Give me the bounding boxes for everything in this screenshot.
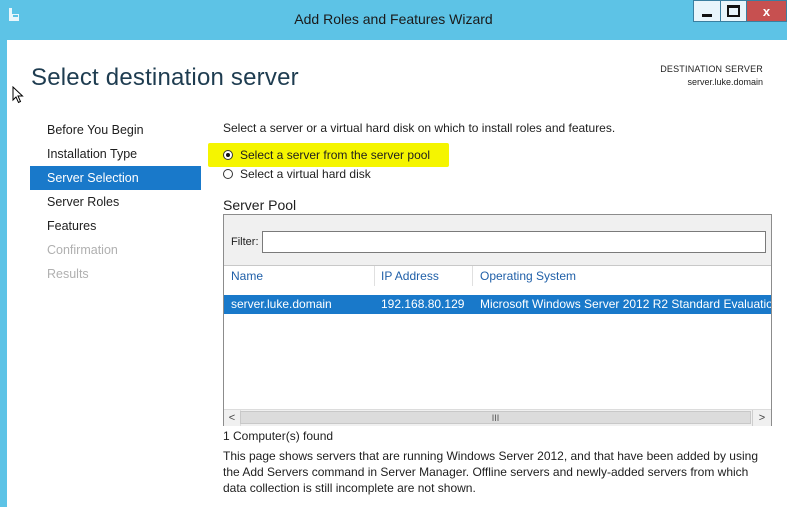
destination-server-label: DESTINATION SERVER (660, 64, 763, 74)
nav-item-results: Results (47, 267, 89, 281)
table-header: Name IP Address Operating System (224, 266, 771, 286)
nav-item-confirmation: Confirmation (47, 243, 118, 257)
column-divider[interactable] (472, 266, 473, 286)
intro-text: Select a server or a virtual hard disk o… (223, 121, 616, 135)
filter-label: Filter: (231, 236, 259, 248)
scroll-right-arrow-icon[interactable]: > (752, 410, 771, 426)
horizontal-scrollbar[interactable]: < III > (224, 409, 771, 426)
column-header-name[interactable]: Name (231, 269, 263, 283)
table-row[interactable]: server.luke.domain 192.168.80.129 Micros… (224, 295, 771, 314)
radio-virtual-hard-disk-label: Select a virtual hard disk (240, 167, 371, 181)
close-icon: x (762, 3, 771, 19)
pool-description: This page shows servers that are running… (223, 449, 758, 495)
cell-server-name: server.luke.domain (231, 297, 332, 311)
cell-ip-address: 192.168.80.129 (381, 297, 465, 311)
destination-server-value: server.luke.domain (687, 77, 763, 87)
mouse-pointer-icon (12, 86, 24, 104)
cell-operating-system: Microsoft Windows Server 2012 R2 Standar… (480, 297, 771, 311)
server-pool-title: Server Pool (223, 197, 297, 213)
nav-item-before-you-begin[interactable]: Before You Begin (30, 118, 201, 142)
minimize-button[interactable] (693, 0, 721, 22)
server-pool-panel: Filter: Name IP Address Operating System… (223, 214, 772, 426)
window-title: Add Roles and Features Wizard (294, 11, 493, 27)
wizard-steps-nav: Before You Begin Installation Type Serve… (30, 118, 201, 286)
radio-unchecked-icon (223, 169, 233, 179)
scroll-thumb[interactable]: III (240, 411, 751, 424)
page-title: Select destination server (31, 64, 299, 91)
nav-item-server-selection[interactable]: Server Selection (30, 166, 201, 190)
filter-input[interactable] (262, 231, 766, 253)
radio-checked-icon (223, 150, 233, 160)
minimize-icon (702, 13, 712, 17)
maximize-button[interactable] (721, 0, 747, 22)
window-frame-left (0, 40, 7, 507)
radio-server-pool[interactable]: Select a server from the server pool (223, 146, 430, 164)
column-divider[interactable] (374, 266, 375, 286)
title-bar[interactable]: Add Roles and Features Wizard x (0, 0, 787, 40)
scroll-left-arrow-icon[interactable]: < (224, 410, 241, 426)
column-header-ip-address[interactable]: IP Address (381, 269, 439, 283)
column-header-operating-system[interactable]: Operating System (480, 269, 576, 283)
maximize-icon (727, 5, 740, 17)
nav-item-server-roles[interactable]: Server Roles (30, 190, 201, 214)
close-button[interactable]: x (747, 0, 787, 22)
computers-found-count: 1 Computer(s) found (223, 429, 334, 443)
radio-virtual-hard-disk[interactable]: Select a virtual hard disk (223, 165, 371, 183)
filter-bar: Filter: (224, 215, 771, 266)
nav-item-installation-type[interactable]: Installation Type (30, 142, 201, 166)
nav-item-features[interactable]: Features (30, 214, 201, 238)
radio-server-pool-label: Select a server from the server pool (240, 148, 431, 162)
